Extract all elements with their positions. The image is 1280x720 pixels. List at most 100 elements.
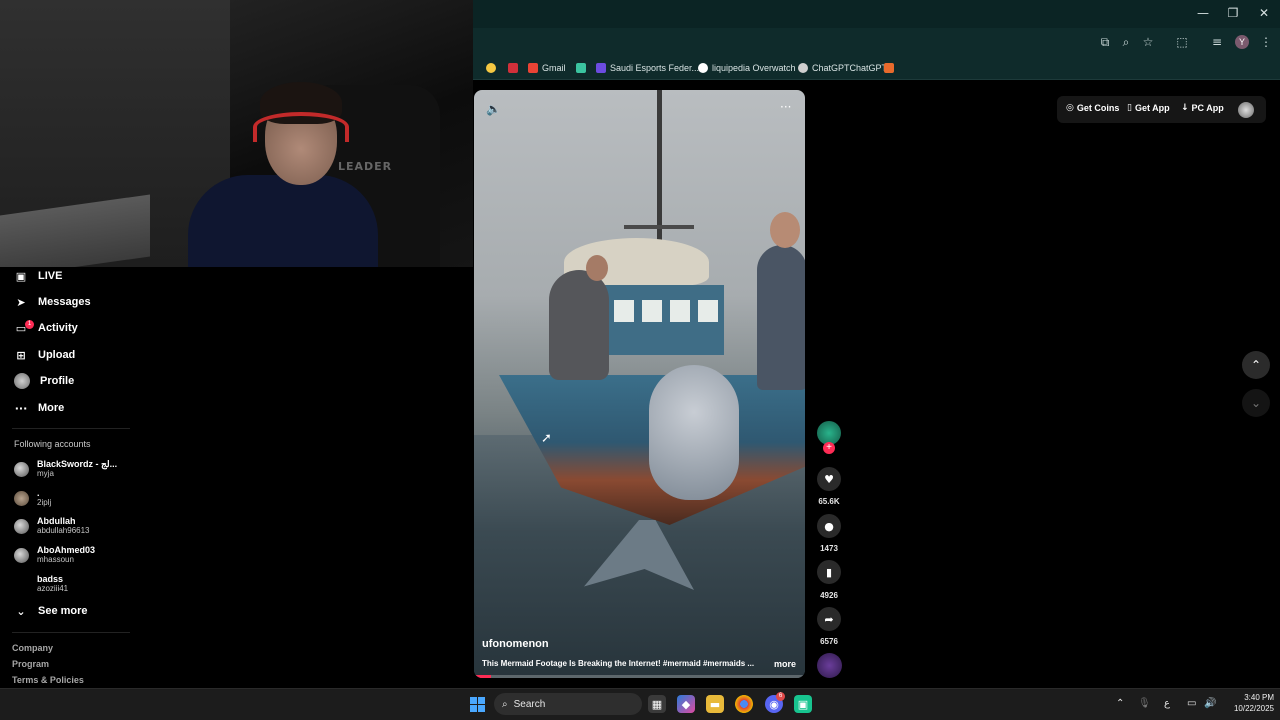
copilot-icon[interactable]: ◆ xyxy=(677,695,695,713)
bookmark-item[interactable] xyxy=(486,61,496,74)
close-button[interactable]: ✕ xyxy=(1257,6,1271,20)
lightning-icon xyxy=(576,62,586,73)
sidebar-item-more[interactable]: ··· More xyxy=(14,398,65,418)
zoom-icon[interactable]: ⌕ xyxy=(1118,34,1134,50)
volume-tray-icon[interactable]: 🔊 xyxy=(1204,698,1216,709)
microphone-icon[interactable]: 🎙 xyxy=(1138,698,1151,709)
download-icon: ↓ xyxy=(1181,103,1189,113)
following-account[interactable]: BlackSwordz - لج... myja xyxy=(14,456,117,482)
browser-profile-avatar[interactable]: Y xyxy=(1235,35,1249,49)
footer-link-company[interactable]: Company xyxy=(12,643,53,653)
following-account[interactable]: badss azoziii41 xyxy=(14,571,68,597)
share-button[interactable]: ➦ xyxy=(817,607,841,631)
sidebar-item-activity[interactable]: ▭ Activity xyxy=(14,318,78,338)
get-coins-button[interactable]: ◎ Get Coins xyxy=(1066,103,1119,113)
chevron-down-icon: ⌄ xyxy=(1250,396,1262,410)
video-fisherman-left-head xyxy=(586,255,608,281)
file-explorer-icon[interactable]: ▬ xyxy=(706,695,724,713)
messages-icon: ➤ xyxy=(16,295,26,309)
video-cabin-window xyxy=(670,300,690,322)
volume-icon[interactable]: 🔈 xyxy=(486,102,501,116)
tray-overflow-icon[interactable]: ⌃ xyxy=(1116,698,1124,709)
video-spar xyxy=(624,225,694,229)
following-accounts-title: Following accounts xyxy=(14,439,91,449)
video-fisherman-right xyxy=(757,245,805,390)
restore-button[interactable]: ❐ xyxy=(1226,6,1240,20)
share-icon: ➦ xyxy=(824,612,834,626)
next-video-button[interactable]: ⌄ xyxy=(1242,389,1270,417)
bookmark-saudi-esports[interactable]: Saudi Esports Feder... xyxy=(596,61,699,74)
taskbar-clock[interactable]: 3:40 PM 10/22/2025 xyxy=(1222,692,1274,714)
webcam-person-body xyxy=(188,175,378,267)
avatar xyxy=(14,577,29,592)
follow-plus-icon[interactable]: + xyxy=(823,442,835,454)
comment-count: 1473 xyxy=(820,544,838,553)
red-bookmark-icon xyxy=(508,62,518,73)
video-author[interactable]: ufonomenon xyxy=(482,638,549,650)
search-icon: ⌕ xyxy=(502,698,508,710)
kebab-menu-icon[interactable]: ⋮ xyxy=(1258,34,1274,50)
following-account[interactable]: Abdullah abdullah96613 xyxy=(14,513,90,539)
taskbar-search[interactable]: ⌕ Search xyxy=(494,693,642,715)
like-count: 65.6K xyxy=(818,497,840,506)
avatar xyxy=(14,461,29,477)
video-player[interactable]: 🔈 ··· ufonomenon This Mermaid Footage Is… xyxy=(474,90,805,678)
task-view-icon[interactable]: ▦ xyxy=(648,695,666,713)
following-account[interactable]: . 2iplj xyxy=(14,485,51,511)
pc-app-button[interactable]: ↓ PC App xyxy=(1181,103,1224,113)
chrome-icon[interactable] xyxy=(735,695,753,713)
windows-start-icon[interactable] xyxy=(470,697,485,712)
video-creature-in-net xyxy=(649,365,739,500)
chair-brand-text: LEADER xyxy=(338,160,393,173)
webcam-headset xyxy=(253,112,349,142)
extensions-icon[interactable]: ⬚ xyxy=(1174,34,1190,50)
liquipedia-icon xyxy=(698,62,708,73)
minimize-button[interactable]: — xyxy=(1196,6,1210,20)
more-icon: ··· xyxy=(14,401,28,415)
sidebar-item-profile[interactable]: Profile xyxy=(14,371,74,391)
chatgpt-icon xyxy=(798,62,808,73)
clock-time: 3:40 PM xyxy=(1244,693,1274,702)
bookmark-icon: ▮ xyxy=(825,565,833,579)
install-app-icon[interactable]: ⧉ xyxy=(1097,34,1113,50)
footer-link-program[interactable]: Program xyxy=(12,659,49,669)
bookmark-item[interactable] xyxy=(884,61,894,74)
music-disc[interactable] xyxy=(817,653,842,678)
sidebar-item-live[interactable]: ▣ LIVE xyxy=(14,266,63,286)
media-control-icon[interactable]: ≡ xyxy=(1209,34,1225,50)
user-avatar[interactable] xyxy=(1238,102,1254,118)
like-button[interactable]: ♥ xyxy=(817,467,841,491)
video-progress-bar[interactable] xyxy=(474,675,805,678)
following-account[interactable]: AboAhmed03 mhassoun xyxy=(14,542,95,568)
save-button[interactable]: ▮ xyxy=(817,560,841,584)
footer-link-terms[interactable]: Terms & Policies xyxy=(12,675,84,685)
bookmark-item[interactable] xyxy=(508,61,518,74)
gmail-icon xyxy=(528,62,538,73)
comment-button[interactable]: ● xyxy=(817,514,841,538)
bookmark-chatgpt[interactable]: ChatGPTChatGPT xyxy=(798,61,887,74)
bookmark-gmail[interactable]: Gmail xyxy=(528,61,566,74)
bookmark-liquipedia[interactable]: liquipedia Overwatch xyxy=(698,61,796,74)
divider xyxy=(12,632,130,633)
caption-more-link[interactable]: more xyxy=(774,659,796,669)
avatar xyxy=(14,518,29,534)
previous-video-button[interactable]: ⌃ xyxy=(1242,351,1270,379)
bookmark-star-icon[interactable]: ☆ xyxy=(1140,34,1156,50)
comment-icon: ● xyxy=(824,519,834,533)
video-progress-fill xyxy=(474,675,491,678)
get-app-button[interactable]: ▯ Get App xyxy=(1127,103,1170,113)
video-cabin-window xyxy=(642,300,662,322)
bookmark-item[interactable] xyxy=(576,61,586,74)
app-icon[interactable]: ▣ xyxy=(794,695,812,713)
see-more-button[interactable]: ⌄ See more xyxy=(14,601,87,621)
sidebar-item-upload[interactable]: ⊞ Upload xyxy=(14,345,75,365)
video-more-icon[interactable]: ··· xyxy=(780,100,791,114)
webcam-overlay xyxy=(0,0,473,267)
network-icon[interactable]: ▭ xyxy=(1187,698,1196,709)
heart-icon: ♥ xyxy=(824,472,834,486)
input-language[interactable]: ع xyxy=(1164,698,1170,709)
browser-titlebar xyxy=(473,0,1280,28)
sidebar-item-messages[interactable]: ➤ Messages xyxy=(14,292,90,312)
video-fisherman-right-head xyxy=(770,212,800,248)
rocket-icon xyxy=(884,62,894,73)
